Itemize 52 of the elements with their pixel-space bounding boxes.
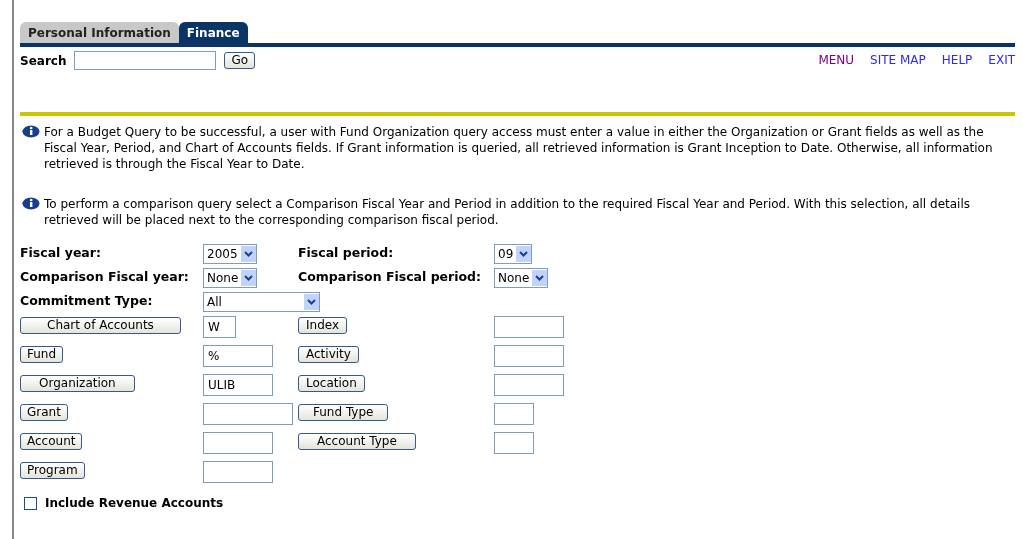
- input-field[interactable]: W: [203, 316, 236, 338]
- info-text: For a Budget Query to be successful, a user with Fund Organization query access must enter a value in either the Organization or Grant fields as well as the Fiscal Year, Period, and Chart of Accounts fields. If Grant information is queried, all retrieved information is Grant Inception to Date. Otherwise, all information retrieved is through the Fiscal Year to Date.: [44, 124, 994, 172]
- chevron-down-icon: [535, 275, 545, 281]
- chevron-down-icon: [519, 251, 529, 257]
- search-field[interactable]: [74, 51, 217, 70]
- lookup-button[interactable]: Chart of Accounts: [20, 317, 181, 334]
- search-label: Search: [20, 52, 67, 70]
- input-field[interactable]: ULIB: [203, 374, 273, 396]
- checkbox-label: Include Revenue Accounts: [45, 495, 224, 512]
- input-field[interactable]: [494, 316, 564, 338]
- lookup-button[interactable]: Grant: [20, 404, 68, 421]
- input-field[interactable]: %: [203, 345, 273, 367]
- dropdown[interactable]: None: [203, 268, 258, 288]
- nav-link[interactable]: MENU: [818, 51, 855, 69]
- chevron-down-icon: [244, 275, 254, 281]
- nav-link[interactable]: HELP: [941, 51, 973, 69]
- checkbox[interactable]: [24, 496, 37, 510]
- nav-link[interactable]: EXIT: [988, 51, 1015, 69]
- dropdown[interactable]: All: [203, 292, 320, 312]
- info-icon: [20, 125, 40, 138]
- input-field[interactable]: [494, 432, 534, 454]
- dropdown[interactable]: 2005: [203, 244, 257, 264]
- lookup-button[interactable]: Account: [20, 433, 83, 450]
- lookup-button[interactable]: Account Type: [298, 433, 416, 450]
- lookup-button[interactable]: Fund Type: [298, 404, 389, 421]
- input-field[interactable]: [494, 403, 534, 425]
- chevron-down-icon: [307, 299, 316, 305]
- info-text: To perform a comparison query select a Comparison Fiscal Year and Period in addition to the required Fiscal Year and Period. With this selection, all details retrieved will be placed next to the corresponding comparison fiscal period.: [44, 196, 971, 228]
- nav-link[interactable]: SITE MAP: [870, 51, 926, 69]
- input-field[interactable]: [494, 345, 564, 367]
- tab[interactable]: Personal Information: [20, 22, 179, 43]
- field-label: Comparison Fiscal period:: [298, 268, 483, 286]
- lookup-button[interactable]: Activity: [298, 346, 359, 363]
- field-label: Comparison Fiscal year:: [20, 268, 190, 286]
- lookup-button[interactable]: Location: [298, 375, 365, 392]
- lookup-button[interactable]: Fund: [20, 346, 64, 363]
- dropdown[interactable]: 09: [494, 244, 533, 264]
- input-field[interactable]: [203, 461, 273, 483]
- tab[interactable]: Finance: [178, 22, 248, 43]
- info-icon: [20, 197, 40, 210]
- input-field[interactable]: [203, 403, 293, 425]
- field-label: Fiscal year:: [20, 244, 102, 262]
- lookup-button[interactable]: Program: [20, 462, 85, 479]
- chevron-down-icon: [243, 251, 253, 257]
- input-field[interactable]: [494, 374, 564, 396]
- field-label: Fiscal period:: [298, 244, 395, 262]
- dropdown[interactable]: None: [494, 268, 549, 288]
- lookup-button[interactable]: Index: [298, 317, 348, 334]
- lookup-button[interactable]: Organization: [20, 375, 135, 392]
- field-label: Commitment Type:: [20, 292, 154, 310]
- input-field[interactable]: [203, 432, 273, 454]
- go-button[interactable]: Go: [224, 52, 256, 69]
